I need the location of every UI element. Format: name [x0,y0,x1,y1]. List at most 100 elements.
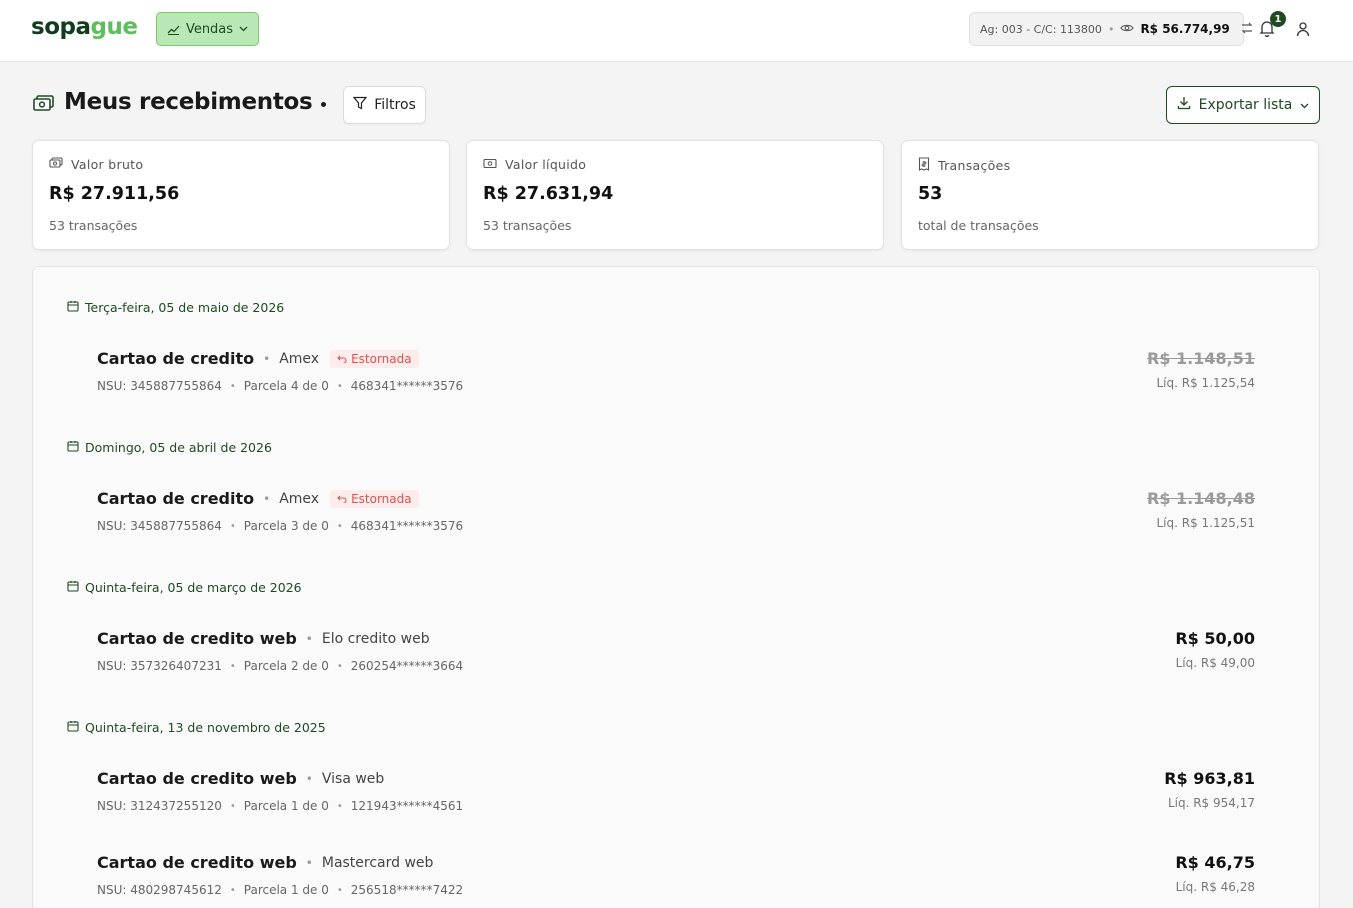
receipt-icon [918,157,930,174]
summary-card-net: Valor líquido R$ 27.631,94 53 transações [466,140,884,250]
transaction-meta: NSU: 480298745612 • Parcela 1 de 0 • 256… [97,883,463,897]
summary-card-gross: Valor bruto R$ 27.911,56 53 transações [32,140,450,250]
transaction-meta: NSU: 357326407231 • Parcela 2 de 0 • 260… [97,659,463,673]
transaction-type: Cartao de credito web [97,629,297,648]
account-balance: R$ 56.774,99 [1140,22,1230,36]
status-label: Estornada [351,351,412,366]
separator-dot: • [336,800,343,812]
transaction-title[interactable]: Cartao de credito • Amex Estornada [97,489,419,508]
separator-dot: • [229,800,236,812]
separator-dot: • [229,520,236,532]
nsu: NSU: 357326407231 [97,659,222,673]
date-group-label: Quinta-feira, 13 de novembro de 2025 [85,720,326,735]
installment: Parcela 1 de 0 [243,799,329,813]
undo-icon [337,492,347,506]
export-list-button[interactable]: Exportar lista [1166,86,1320,124]
separator-dot: • [336,660,343,672]
calendar-icon [67,580,79,595]
status-label: Estornada [351,491,412,506]
transaction-title[interactable]: Cartao de credito web • Elo credito web [97,629,430,648]
transaction-amount: R$ 1.148,51 [1147,349,1255,368]
nsu: NSU: 345887755864 [97,519,222,533]
date-group-label: Domingo, 05 de abril de 2026 [85,440,272,455]
separator-dot: • [336,380,343,392]
page-title: Meus recebimentos [64,89,313,115]
filters-button[interactable]: Filtros [343,86,426,124]
top-bar: sopague Vendas Ag: 003 - C/C: 113800 • R… [0,0,1353,62]
card-brand: Mastercard web [321,854,434,871]
summary-sub: total de transações [918,218,1039,233]
summary-label: Valor líquido [505,157,587,172]
date-group-header: Terça-feira, 05 de maio de 2026 [67,300,284,315]
chevron-down-icon [239,26,248,32]
card-number: 468341******3576 [350,379,464,393]
account-balance-pill: Ag: 003 - C/C: 113800 • R$ 56.774,99 [969,12,1253,46]
card-number: 121943******4561 [350,799,464,813]
chart-line-icon [167,24,180,35]
installment: Parcela 1 de 0 [243,883,329,897]
transaction-amount: R$ 50,00 [1175,629,1255,648]
card-number: 468341******3576 [350,519,464,533]
date-group-label: Quinta-feira, 05 de março de 2026 [85,580,302,595]
calendar-icon [67,440,79,455]
card-number: 260254******3664 [350,659,464,673]
separator-dot: • [305,771,313,786]
summary-sub: 53 transações [49,218,138,233]
download-icon [1177,96,1191,114]
money-icon [49,157,63,172]
transaction-type: Cartao de credito [97,349,255,368]
card-brand: Amex [279,350,320,367]
transaction-amount: R$ 46,75 [1175,853,1255,872]
vendas-menu-button[interactable]: Vendas [156,12,259,46]
separator-dot: • [229,660,236,672]
filters-label: Filtros [374,97,416,113]
separator-dot: • [336,520,343,532]
card-brand: Elo credito web [321,630,430,647]
transaction-title[interactable]: Cartao de credito web • Visa web [97,769,384,788]
date-group-label: Terça-feira, 05 de maio de 2026 [85,300,285,315]
card-brand: Visa web [321,770,385,787]
status-badge: Estornada [330,349,419,368]
summary-value: 53 [918,184,943,204]
summary-value: R$ 27.631,94 [483,184,614,204]
title-separator-dot [321,102,326,107]
date-group-header: Quinta-feira, 13 de novembro de 2025 [67,720,326,735]
summary-label: Valor bruto [71,157,144,172]
calendar-icon [67,300,79,315]
installment: Parcela 4 de 0 [243,379,329,393]
vendas-menu-label: Vendas [185,21,234,37]
separator-dot: • [336,884,343,896]
user-icon[interactable] [1296,21,1310,41]
transaction-title[interactable]: Cartao de credito • Amex Estornada [97,349,419,368]
nsu: NSU: 480298745612 [97,883,222,897]
card-brand: Amex [279,490,320,507]
separator-dot: • [305,855,313,870]
transaction-title[interactable]: Cartao de credito web • Mastercard web [97,853,433,872]
summary-card-transactions: Transações 53 total de transações [901,140,1319,250]
switch-account-icon[interactable] [1240,21,1254,38]
transaction-net-amount: Líq. R$ 1.125,54 [1156,376,1256,390]
separator-dot: • [305,631,313,646]
transaction-amount: R$ 963,81 [1164,769,1255,788]
eye-icon[interactable] [1120,23,1135,36]
separator-dot: • [263,351,271,366]
nsu: NSU: 312437255120 [97,799,222,813]
calendar-icon [67,720,79,735]
transaction-net-amount: Líq. R$ 954,17 [1167,796,1255,810]
undo-icon [337,352,347,366]
transactions-panel: Terça-feira, 05 de maio de 2026 Cartao d… [32,266,1320,908]
summary-label: Transações [938,158,1011,173]
date-group-header: Domingo, 05 de abril de 2026 [67,440,272,455]
installment: Parcela 3 de 0 [243,519,329,533]
transaction-net-amount: Líq. R$ 46,28 [1175,880,1255,894]
logo[interactable]: sopague [31,14,138,40]
export-list-label: Exportar lista [1198,97,1293,113]
receipts-icon [33,95,54,116]
cash-icon [483,157,497,172]
transaction-type: Cartao de credito web [97,853,297,872]
transaction-amount: R$ 1.148,48 [1147,489,1255,508]
installment: Parcela 2 de 0 [243,659,329,673]
card-number: 256518******7422 [350,883,464,897]
notification-badge: 1 [1270,11,1286,27]
separator-dot: • [263,491,271,506]
